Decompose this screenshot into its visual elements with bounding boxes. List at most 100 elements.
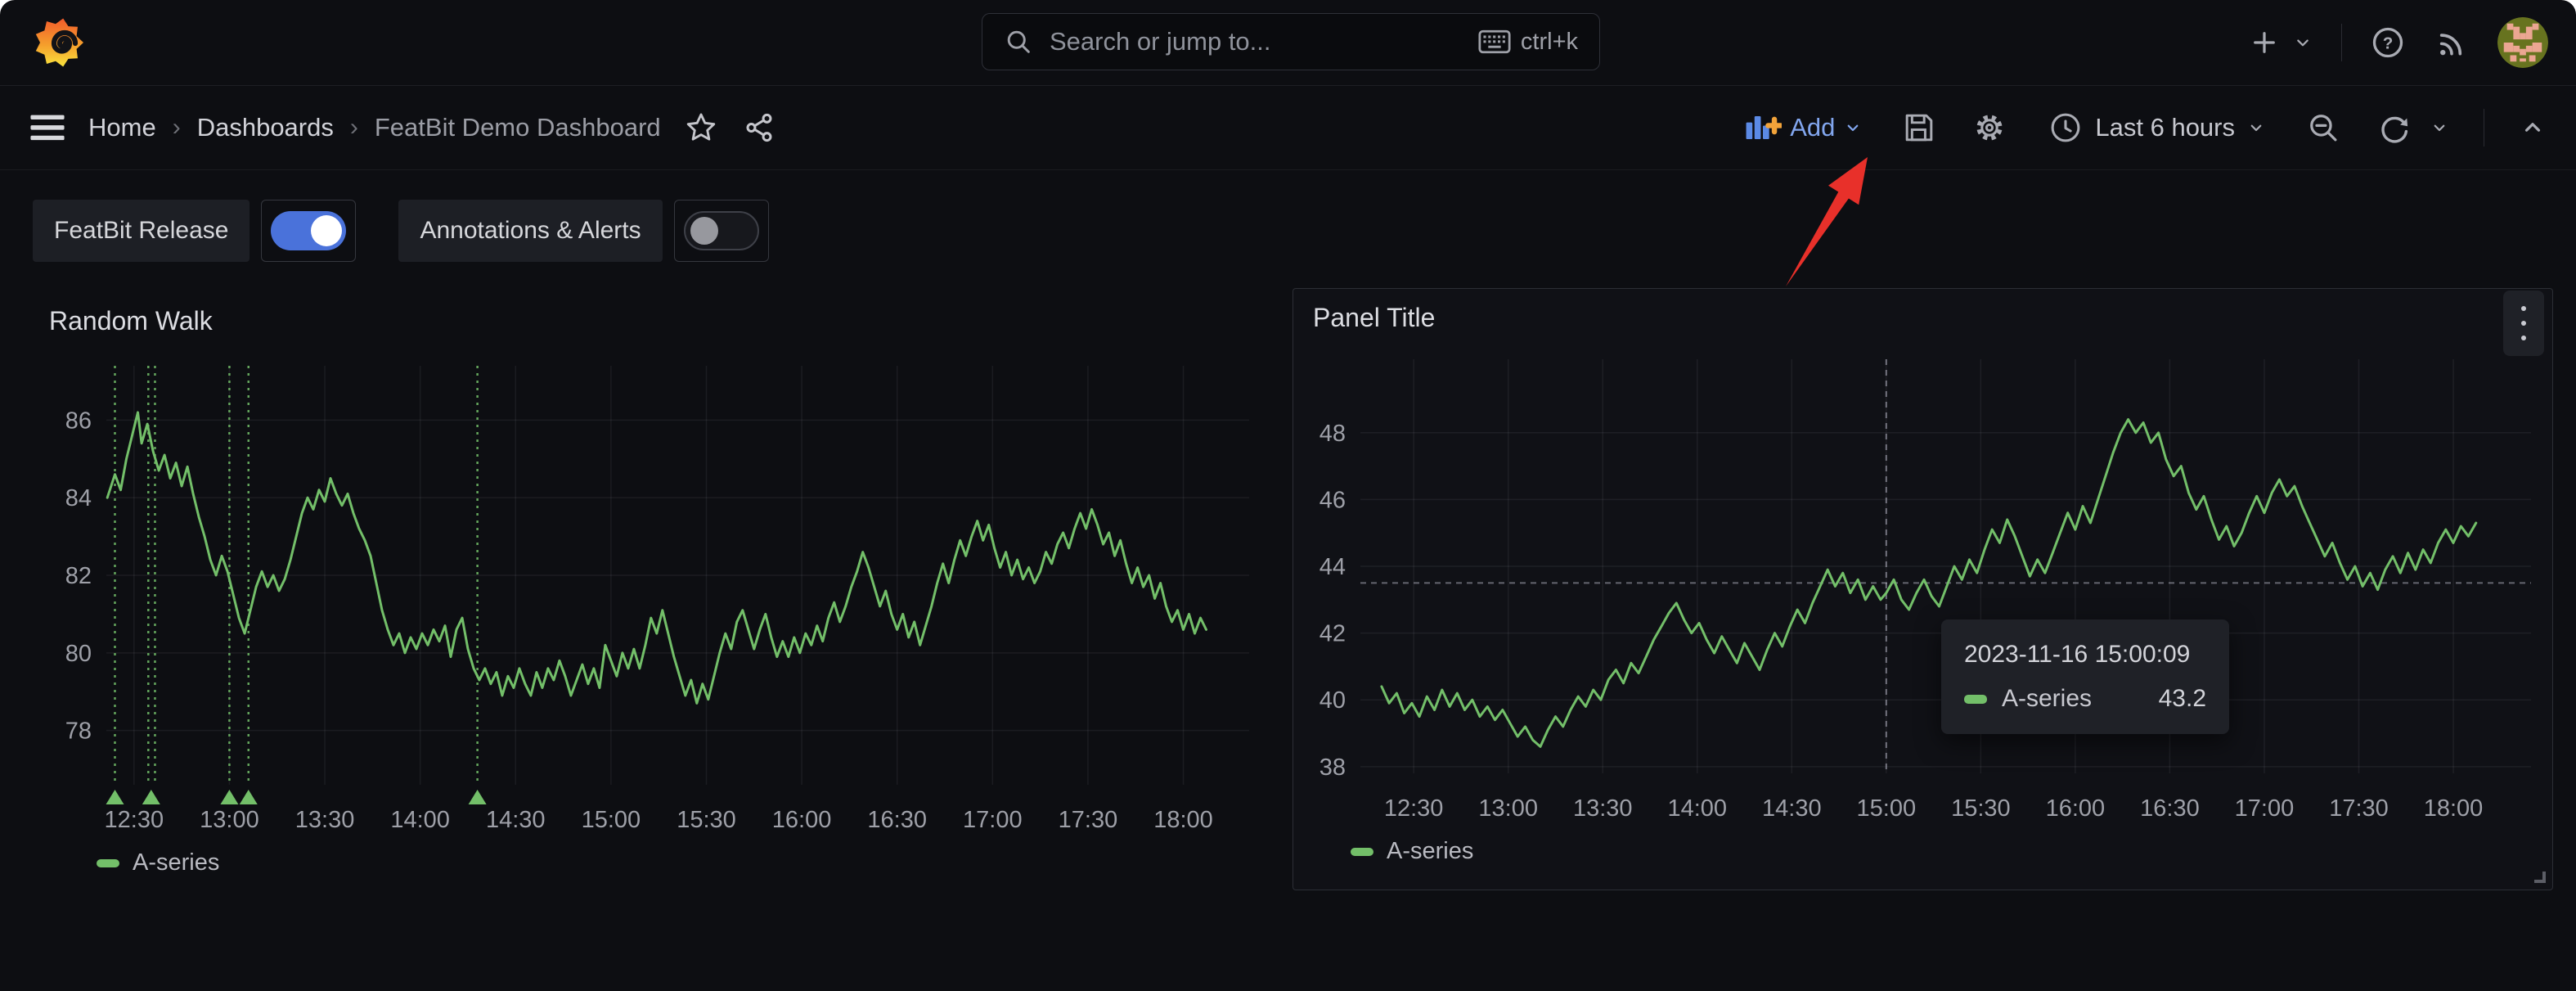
zoom-out-time-button[interactable] [2305, 110, 2341, 146]
toggle-annotations-alerts[interactable] [674, 200, 769, 262]
svg-text:82: 82 [65, 563, 92, 589]
svg-text:46: 46 [1319, 487, 1346, 513]
svg-text:42: 42 [1319, 621, 1346, 647]
chart-canvas[interactable]: 788082848612:3013:0013:3014:0014:3015:00… [25, 343, 1264, 844]
mega-menu-button[interactable] [29, 113, 65, 142]
switch-on[interactable] [271, 211, 346, 250]
control-featbit-release: FeatBit Release [33, 200, 356, 262]
switch-off[interactable] [684, 211, 759, 250]
user-avatar[interactable] [2497, 17, 2548, 68]
legend-series-color [97, 859, 119, 867]
svg-text:12:30: 12:30 [1384, 795, 1444, 822]
clock-icon [2048, 110, 2084, 146]
breadcrumb-item-featbit-demo-dashboard: FeatBit Demo Dashboard [375, 113, 661, 142]
search-input[interactable]: Search or jump to... ctrl+k [982, 13, 1600, 70]
panel-random-walk: Random Walk 78 80 82 84 86 12:30 13:00 13:30 14:… [25, 295, 1264, 876]
rss-icon [2434, 25, 2470, 61]
svg-text:15:30: 15:30 [677, 807, 736, 833]
help-icon: ? [2370, 25, 2406, 61]
save-dashboard-button[interactable] [1902, 110, 1936, 145]
kebab-icon [2519, 302, 2529, 345]
grafana-logo[interactable] [33, 16, 85, 69]
collapse-toolbar-button[interactable] [2519, 114, 2547, 142]
svg-text:15:30: 15:30 [1951, 795, 2011, 822]
panel-title[interactable]: Random Walk [25, 295, 1264, 343]
breadcrumb-item-home[interactable]: Home [88, 113, 156, 142]
panel-panel-title: Panel Title 38404244464812:3013:0013:301… [1292, 288, 2553, 890]
search-placeholder: Search or jump to... [1050, 27, 1478, 56]
control-label-featbit-release: FeatBit Release [33, 200, 250, 262]
svg-text:16:00: 16:00 [772, 807, 832, 833]
grafana-app: Search or jump to... ctrl+k [0, 0, 2576, 991]
svg-text:86: 86 [65, 408, 92, 434]
svg-text:16:30: 16:30 [2140, 795, 2200, 822]
time-series-chart-panel-title[interactable]: 38404244464812:3013:0013:3014:0014:3015:… [1293, 341, 2552, 865]
tooltip-series-name: A-series [2002, 685, 2092, 713]
chart-legend: A-series [97, 849, 1264, 876]
plus-icon [2248, 26, 2281, 59]
switch-knob [690, 217, 718, 245]
hamburger-icon [29, 113, 65, 142]
add-label: Add [1790, 113, 1835, 142]
toggle-featbit-release[interactable] [261, 200, 356, 262]
search-icon [1004, 27, 1033, 56]
svg-text:13:00: 13:00 [200, 807, 259, 833]
svg-text:13:30: 13:30 [295, 807, 355, 833]
chevron-down-icon [2430, 118, 2449, 137]
svg-text:?: ? [2383, 34, 2394, 53]
search-shortcut: ctrl+k [1478, 29, 1578, 56]
annotation-markers[interactable] [106, 366, 486, 804]
star-icon [684, 110, 718, 145]
new-button[interactable] [2248, 26, 2313, 59]
chevron-down-icon [1843, 118, 1863, 137]
svg-text:18:00: 18:00 [1153, 807, 1213, 833]
svg-text:48: 48 [1319, 421, 1346, 447]
gridlines: 788082848612:3013:0013:3014:0014:3015:00… [65, 366, 1249, 833]
share-button[interactable] [741, 110, 775, 145]
time-series-chart-random-walk[interactable]: 788082848612:3013:0013:3014:0014:3015:00… [25, 343, 1264, 876]
time-range-picker[interactable]: Last 6 hours [2043, 109, 2271, 146]
refresh-button[interactable] [2376, 110, 2449, 146]
chart-canvas[interactable]: 38404244464812:3013:0013:3014:0014:3015:… [1293, 341, 2549, 832]
news-rss-button[interactable] [2434, 25, 2470, 61]
svg-text:18:00: 18:00 [2424, 795, 2484, 822]
chart-tooltip: 2023-11-16 15:00:09 A-series 43.2 [1941, 619, 2229, 734]
refresh-icon [2376, 110, 2412, 146]
keyboard-icon [1478, 29, 1511, 54]
legend-series-label[interactable]: A-series [1387, 838, 1473, 865]
dashboard-controls: FeatBit ReleaseAnnotations & Alerts [33, 200, 769, 262]
legend-series-label[interactable]: A-series [133, 849, 219, 876]
svg-text:17:00: 17:00 [2235, 795, 2295, 822]
tooltip-series-color [1964, 695, 1987, 704]
svg-text:16:00: 16:00 [2046, 795, 2106, 822]
breadcrumb-item-dashboards[interactable]: Dashboards [197, 113, 334, 142]
gridlines: 38404244464812:3013:0013:3014:0014:3015:… [1319, 359, 2531, 822]
chevron-down-icon [2246, 118, 2266, 137]
svg-text:78: 78 [65, 718, 92, 745]
svg-text:12:30: 12:30 [105, 807, 164, 833]
breadcrumb-separator: › [173, 114, 181, 142]
panel-resize-handle[interactable] [2529, 867, 2547, 885]
svg-text:40: 40 [1319, 687, 1346, 714]
tooltip-timestamp: 2023-11-16 15:00:09 [1964, 641, 2206, 669]
svg-text:15:00: 15:00 [582, 807, 641, 833]
help-button[interactable]: ? [2370, 25, 2406, 61]
shortcut-label: ctrl+k [1521, 29, 1578, 56]
panel-title[interactable]: Panel Title [1313, 303, 2503, 333]
panel-header: Panel Title [1293, 289, 2552, 341]
svg-text:38: 38 [1319, 755, 1346, 781]
chart-legend: A-series [1351, 838, 2552, 865]
svg-text:80: 80 [65, 641, 92, 667]
svg-text:14:30: 14:30 [486, 807, 546, 833]
favorite-star-button[interactable] [684, 110, 718, 145]
dashboard-settings-button[interactable] [1971, 109, 2008, 146]
svg-text:17:30: 17:30 [1059, 807, 1118, 833]
add-panel-button[interactable]: Add [1739, 110, 1868, 145]
series-line [107, 412, 1206, 704]
chevron-up-icon [2519, 114, 2547, 142]
share-icon [741, 110, 775, 145]
topbar-actions: ? [2248, 0, 2548, 85]
svg-text:84: 84 [65, 485, 92, 511]
svg-text:13:30: 13:30 [1573, 795, 1633, 822]
svg-text:17:00: 17:00 [963, 807, 1023, 833]
